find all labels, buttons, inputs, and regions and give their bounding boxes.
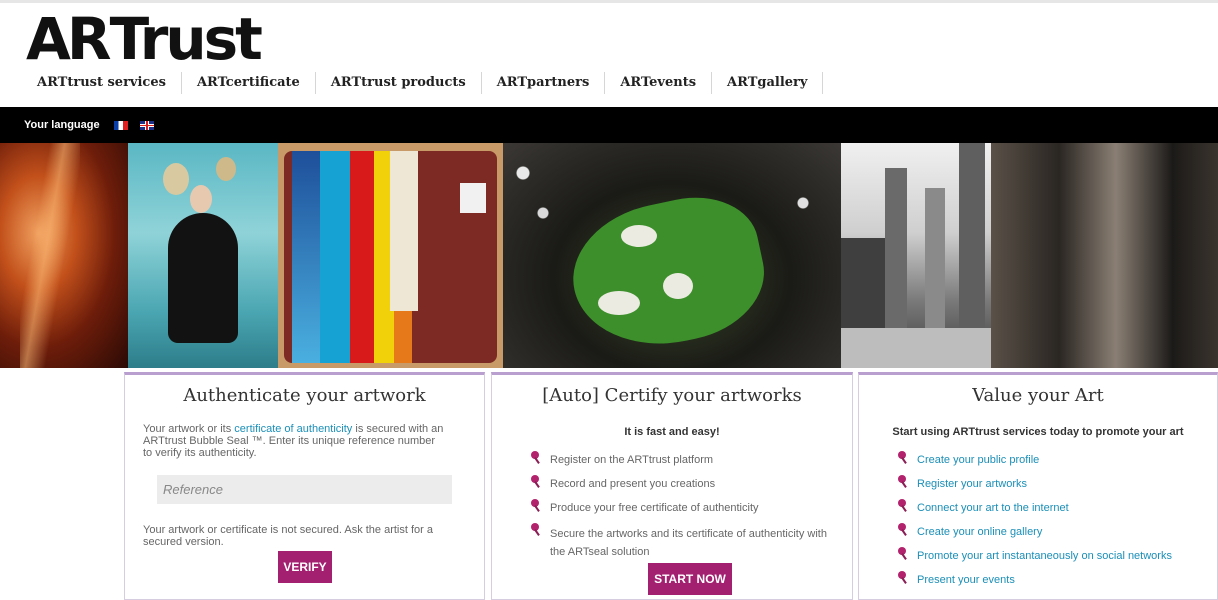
- main-nav: ARTtrust services ARTcertificate ARTtrus…: [22, 71, 824, 95]
- value-subtitle: Start using ARTtrust services today to p…: [892, 426, 1184, 438]
- list-item: Produce your free certificate of authent…: [528, 499, 828, 515]
- authenticate-note: Your artwork or certificate is not secur…: [143, 524, 433, 548]
- certify-subtitle: It is fast and easy!: [624, 426, 720, 438]
- start-now-button[interactable]: START NOW: [648, 563, 732, 595]
- banner-collage: [0, 143, 1218, 368]
- language-bar: Your language: [0, 107, 1218, 143]
- create-public-profile-link[interactable]: Create your public profile: [917, 454, 1039, 466]
- banner-image-golf-course: [503, 143, 841, 368]
- list-item-text: Record and present you creations: [550, 478, 716, 490]
- register-artworks-link[interactable]: Register your artworks: [917, 478, 1027, 490]
- pin-icon: [897, 547, 909, 561]
- authenticate-title: Authenticate your artwork: [183, 385, 426, 406]
- pin-icon: [530, 451, 542, 465]
- authenticate-card: Authenticate your artwork Your artwork o…: [124, 372, 485, 600]
- language-label: Your language: [24, 119, 100, 131]
- list-item: Record and present you creations: [528, 475, 828, 491]
- pin-icon: [530, 475, 542, 489]
- uk-flag-icon[interactable]: [139, 120, 154, 130]
- list-item[interactable]: Create your public profile: [895, 451, 1205, 467]
- pin-icon: [897, 451, 909, 465]
- certify-card: [Auto] Certify your artworks It is fast …: [491, 372, 853, 600]
- logo-trust: Trust: [109, 5, 263, 73]
- nav-artgallery[interactable]: ARTgallery: [712, 72, 824, 94]
- pin-icon: [530, 499, 542, 513]
- list-item-text: Produce your free certificate of authent…: [550, 502, 759, 514]
- list-item: Register on the ARTtrust platform: [528, 451, 828, 467]
- reference-input[interactable]: [157, 475, 452, 504]
- value-card: Value your Art Start using ARTtrust serv…: [858, 372, 1218, 600]
- banner-image-balloon-woman: [128, 143, 278, 368]
- list-item: Secure the artworks and its certificate …: [528, 523, 828, 561]
- authenticate-description: Your artwork or its certificate of authe…: [125, 423, 465, 459]
- list-item[interactable]: Create your online gallery: [895, 523, 1205, 539]
- nav-artpartners[interactable]: ARTpartners: [482, 72, 606, 94]
- pin-icon: [897, 475, 909, 489]
- list-item[interactable]: Register your artworks: [895, 475, 1205, 491]
- pin-icon: [897, 523, 909, 537]
- nav-artevents[interactable]: ARTevents: [605, 72, 713, 94]
- value-list: Create your public profile Register your…: [895, 451, 1205, 597]
- banner-image-city: [841, 143, 991, 368]
- certify-list: Register on the ARTtrust platform Record…: [528, 451, 828, 571]
- present-events-link[interactable]: Present your events: [917, 574, 1015, 586]
- promote-art-link[interactable]: Promote your art instantaneously on soci…: [917, 550, 1172, 562]
- banner-image-colored-fabrics: [278, 143, 503, 368]
- nav-arttrust-products[interactable]: ARTtrust products: [316, 72, 482, 94]
- pin-icon: [897, 571, 909, 585]
- artrust-logo[interactable]: AR Trust: [26, 5, 263, 73]
- list-item-text: Secure the artworks and its certificate …: [550, 528, 827, 558]
- banner-image-abstract: [991, 143, 1218, 368]
- connect-art-link[interactable]: Connect your art to the internet: [917, 502, 1069, 514]
- authenticate-text-before: Your artwork or its: [143, 423, 235, 435]
- pin-icon: [530, 523, 542, 537]
- value-title: Value your Art: [972, 385, 1104, 406]
- create-online-gallery-link[interactable]: Create your online gallery: [917, 526, 1042, 538]
- nav-arttrust-services[interactable]: ARTtrust services: [22, 72, 182, 94]
- certify-title: [Auto] Certify your artworks: [542, 385, 802, 406]
- pin-icon: [897, 499, 909, 513]
- top-border: [0, 0, 1218, 3]
- french-flag-icon[interactable]: [113, 120, 128, 130]
- list-item[interactable]: Connect your art to the internet: [895, 499, 1205, 515]
- list-item-text: Register on the ARTtrust platform: [550, 454, 714, 466]
- list-item[interactable]: Promote your art instantaneously on soci…: [895, 547, 1205, 563]
- certificate-of-authenticity-link[interactable]: certificate of authenticity: [234, 423, 352, 435]
- logo-art: AR: [26, 5, 112, 73]
- list-item[interactable]: Present your events: [895, 571, 1205, 587]
- nav-artcertificate[interactable]: ARTcertificate: [182, 72, 316, 94]
- verify-button[interactable]: VERIFY: [278, 551, 332, 583]
- banner-image-canyon: [0, 143, 128, 368]
